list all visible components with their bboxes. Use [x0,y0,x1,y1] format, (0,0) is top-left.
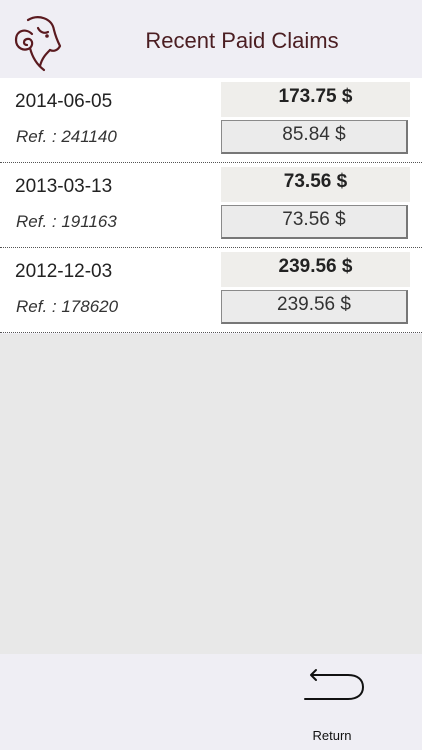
ram-head-icon [14,14,62,72]
claim-reference: Ref. : 178620 [16,297,119,316]
claim-row[interactable]: 2013-03-13 Ref. : 191163 73.56 $ 73.56 $ [0,163,422,248]
header: Recent Paid Claims [0,0,422,80]
claim-paid-amount: 73.56 $ [221,205,408,239]
claims-list: 2014-06-05 Ref. : 241140 173.75 $ 85.84 … [0,78,422,333]
claim-date: 2013-03-13 [15,176,113,197]
claim-reference: Ref. : 241140 [16,127,117,146]
return-button[interactable]: Return [298,668,366,743]
claim-row[interactable]: 2012-12-03 Ref. : 178620 239.56 $ 239.56… [0,248,422,333]
page-title: Recent Paid Claims [145,28,339,53]
claim-paid-amount: 85.84 $ [221,120,408,154]
return-label: Return [312,728,352,743]
claim-total-amount: 173.75 $ [221,82,410,117]
claim-row[interactable]: 2014-06-05 Ref. : 241140 173.75 $ 85.84 … [0,78,422,163]
claim-date: 2012-12-03 [15,261,113,282]
footer-toolbar: Return [0,654,422,750]
claim-total-amount: 239.56 $ [221,252,410,287]
claim-reference: Ref. : 191163 [16,212,117,231]
claim-paid-amount: 239.56 $ [221,290,408,324]
claim-total-amount: 73.56 $ [221,167,410,202]
empty-list-area [0,334,422,654]
return-arrow-icon [302,668,364,708]
claim-date: 2014-06-05 [15,91,113,112]
